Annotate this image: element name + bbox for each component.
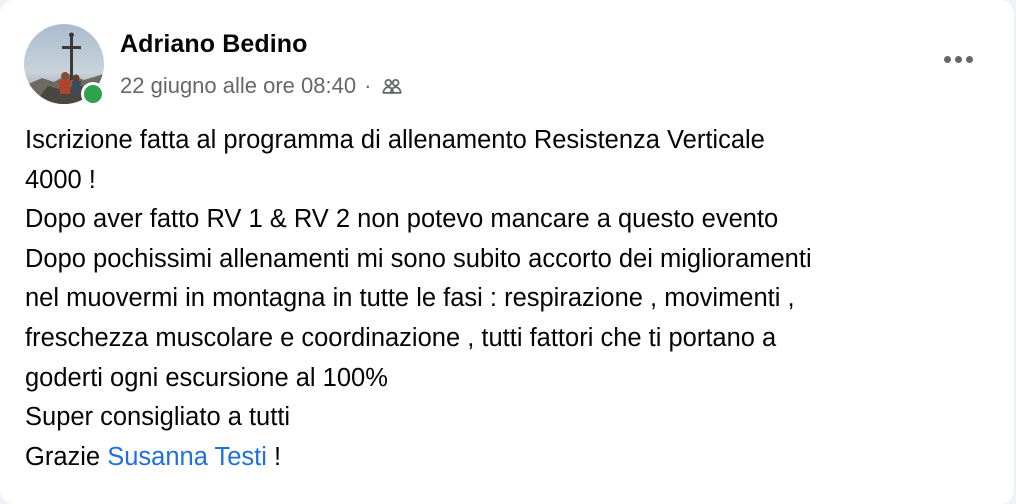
post-text-line: Dopo aver fatto RV 1 & RV 2 non potevo m… [25,205,779,234]
post-text-line: freschezza muscolare e coordinazione , t… [25,323,777,352]
post-header: Adriano Bedino 22 giugno alle ore 08:40 … [24,24,990,106]
post-text-line: Iscrizione fatta al programma di allenam… [25,126,765,154]
thanks-text: Grazie [25,442,108,471]
post-text-line: 4000 ! [25,165,96,194]
post-text-line: Grazie Susanna Testi ! [25,438,995,478]
more-dot [943,55,951,63]
post-text: Iscrizione fatta al programma di allenam… [25,121,995,477]
online-status-dot [81,82,105,106]
author-avatar[interactable] [24,24,105,106]
post-card: Adriano Bedino 22 giugno alle ore 08:40 … [0,0,1014,504]
friends-icon[interactable] [381,75,403,97]
post-text-line: goderti ogni escursione al 100% [25,363,388,392]
post-meta: 22 giugno alle ore 08:40 · [120,73,403,99]
more-options-icon[interactable] [936,44,980,74]
thanks-suffix: ! [266,442,282,471]
post-text-line: nel muovermi in montagna in tutte le fas… [25,284,795,313]
meta-separator: · [364,73,372,98]
more-dot [954,55,962,63]
more-dot [965,55,973,63]
post-text-line: Dopo pochissimi allenamenti mi sono subi… [25,244,812,273]
post-text-line: Super consigliato a tutti [25,403,291,432]
mention-link[interactable]: Susanna Testi [107,443,267,471]
post-timestamp[interactable]: 22 giugno alle ore 08:40 [120,73,356,99]
author-name[interactable]: Adriano Bedino [120,30,308,59]
